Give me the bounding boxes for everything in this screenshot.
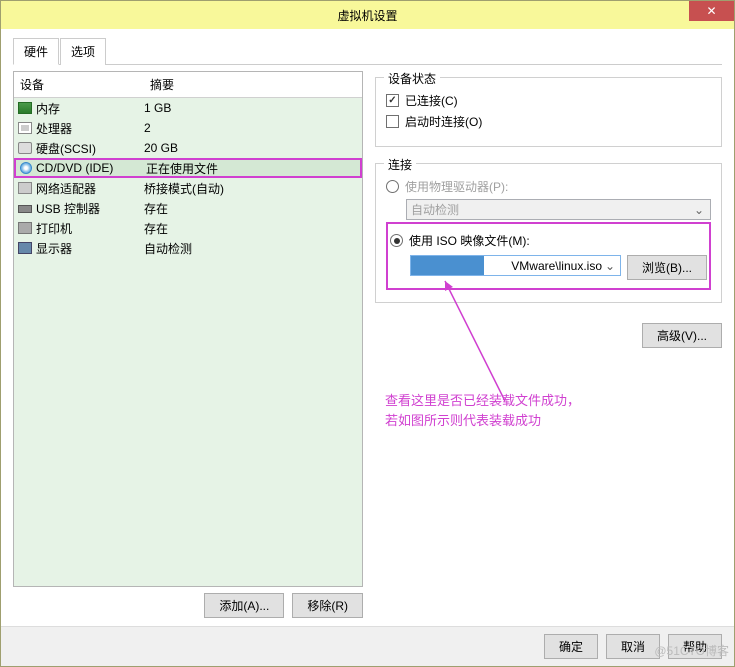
connect-at-power-row[interactable]: 启动时连接(O) [386, 113, 711, 130]
device-name: 内存 [36, 100, 60, 117]
device-name: 硬盘(SCSI) [36, 140, 96, 157]
device-summary: 正在使用文件 [146, 160, 356, 177]
connect-at-power-checkbox[interactable] [386, 115, 399, 128]
physical-drive-combo[interactable]: 自动检测 [406, 199, 711, 220]
iso-file-row: VMware\linux.iso 浏览(B)... [410, 255, 707, 280]
watermark: @51CTO博客 [654, 642, 729, 659]
use-physical-radio[interactable] [386, 180, 399, 193]
connect-at-power-label: 启动时连接(O) [405, 113, 482, 130]
connection-group: 连接 使用物理驱动器(P): 自动检测 使用 ISO 映像文件(M): [375, 163, 722, 303]
device-name: CD/DVD (IDE) [36, 161, 113, 175]
cd-icon [20, 162, 32, 174]
device-summary: 20 GB [144, 141, 358, 155]
close-button[interactable]: ✕ [689, 1, 734, 21]
tab-options[interactable]: 选项 [60, 38, 106, 65]
device-name: 网络适配器 [36, 180, 96, 197]
device-row[interactable]: USB 控制器 存在 [14, 198, 362, 218]
col-device-header: 设备 [14, 72, 144, 97]
dialog-footer: 确定 取消 帮助 [1, 626, 734, 666]
use-iso-label: 使用 ISO 映像文件(M): [409, 232, 530, 249]
device-row[interactable]: 显示器 自动检测 [14, 238, 362, 258]
device-summary: 2 [144, 121, 358, 135]
tab-hardware[interactable]: 硬件 [13, 38, 59, 65]
printer-icon [18, 222, 32, 234]
main-row: 设备 摘要 内存 1 GB 处理器 2 硬盘(SCSI) 20 GB CD/DVD (IDE… [13, 71, 722, 618]
device-list-header: 设备 摘要 [14, 72, 362, 98]
advanced-button[interactable]: 高级(V)... [642, 323, 722, 348]
device-summary: 1 GB [144, 101, 358, 115]
device-row[interactable]: 硬盘(SCSI) 20 GB [14, 138, 362, 158]
use-iso-radio[interactable] [390, 234, 403, 247]
mem-icon [18, 102, 32, 114]
connected-checkbox[interactable] [386, 94, 399, 107]
usb-icon [18, 205, 32, 213]
connected-label: 已连接(C) [405, 92, 458, 109]
add-button[interactable]: 添加(A)... [204, 593, 284, 618]
tab-strip: 硬件 选项 [13, 37, 722, 65]
device-name: 打印机 [36, 220, 72, 237]
close-icon: ✕ [706, 4, 716, 18]
annotation-text: 查看这里是否已经装载文件成功， 若如图所示则代表装载成功 [385, 391, 580, 430]
device-summary: 存在 [144, 200, 358, 217]
use-iso-row[interactable]: 使用 ISO 映像文件(M): [390, 232, 707, 249]
annotation-line2: 若如图所示则代表装载成功 [385, 411, 580, 431]
cancel-button[interactable]: 取消 [606, 634, 660, 659]
right-panel: 设备状态 已连接(C) 启动时连接(O) 连接 使用物理驱动器(P): [375, 71, 722, 618]
net-icon [18, 182, 32, 194]
device-row[interactable]: 处理器 2 [14, 118, 362, 138]
device-name: USB 控制器 [36, 200, 100, 217]
connected-row[interactable]: 已连接(C) [386, 92, 711, 109]
left-buttons: 添加(A)... 移除(R) [13, 593, 363, 618]
disk-icon [18, 142, 32, 154]
device-list[interactable]: 设备 摘要 内存 1 GB 处理器 2 硬盘(SCSI) 20 GB CD/DVD (IDE… [13, 71, 363, 587]
use-physical-row[interactable]: 使用物理驱动器(P): [386, 178, 711, 195]
iso-path-combo[interactable]: VMware\linux.iso [410, 255, 621, 276]
browse-button[interactable]: 浏览(B)... [627, 255, 707, 280]
window-title: 虚拟机设置 [1, 7, 734, 24]
remove-button[interactable]: 移除(R) [292, 593, 363, 618]
use-physical-label: 使用物理驱动器(P): [405, 178, 508, 195]
cpu-icon [18, 122, 32, 134]
titlebar: 虚拟机设置 ✕ [1, 1, 734, 29]
device-name: 显示器 [36, 240, 72, 257]
device-summary: 自动检测 [144, 240, 358, 257]
connection-title: 连接 [384, 156, 416, 173]
ok-button[interactable]: 确定 [544, 634, 598, 659]
settings-window: 虚拟机设置 ✕ 硬件 选项 设备 摘要 内存 1 GB 处理器 2 硬盘(SCSI) 20… [0, 0, 735, 667]
content-area: 硬件 选项 设备 摘要 内存 1 GB 处理器 2 硬盘(SCSI) 20 GB CD/DV… [1, 29, 734, 626]
display-icon [18, 242, 32, 254]
device-summary: 桥接模式(自动) [144, 180, 358, 197]
iso-highlight: 使用 ISO 映像文件(M): VMware\linux.iso 浏览(B)..… [386, 222, 711, 290]
device-status-group: 设备状态 已连接(C) 启动时连接(O) [375, 77, 722, 147]
device-row[interactable]: 内存 1 GB [14, 98, 362, 118]
device-name: 处理器 [36, 120, 72, 137]
left-panel: 设备 摘要 内存 1 GB 处理器 2 硬盘(SCSI) 20 GB CD/DVD (IDE… [13, 71, 363, 618]
iso-path-text: VMware\linux.iso [511, 259, 602, 273]
device-row[interactable]: 网络适配器 桥接模式(自动) [14, 178, 362, 198]
device-status-title: 设备状态 [384, 70, 440, 87]
device-row[interactable]: CD/DVD (IDE) 正在使用文件 [14, 158, 362, 178]
annotation-line1: 查看这里是否已经装载文件成功， [385, 391, 580, 411]
device-row[interactable]: 打印机 存在 [14, 218, 362, 238]
advanced-row: 高级(V)... [375, 323, 722, 348]
device-summary: 存在 [144, 220, 358, 237]
col-summary-header: 摘要 [144, 72, 362, 97]
